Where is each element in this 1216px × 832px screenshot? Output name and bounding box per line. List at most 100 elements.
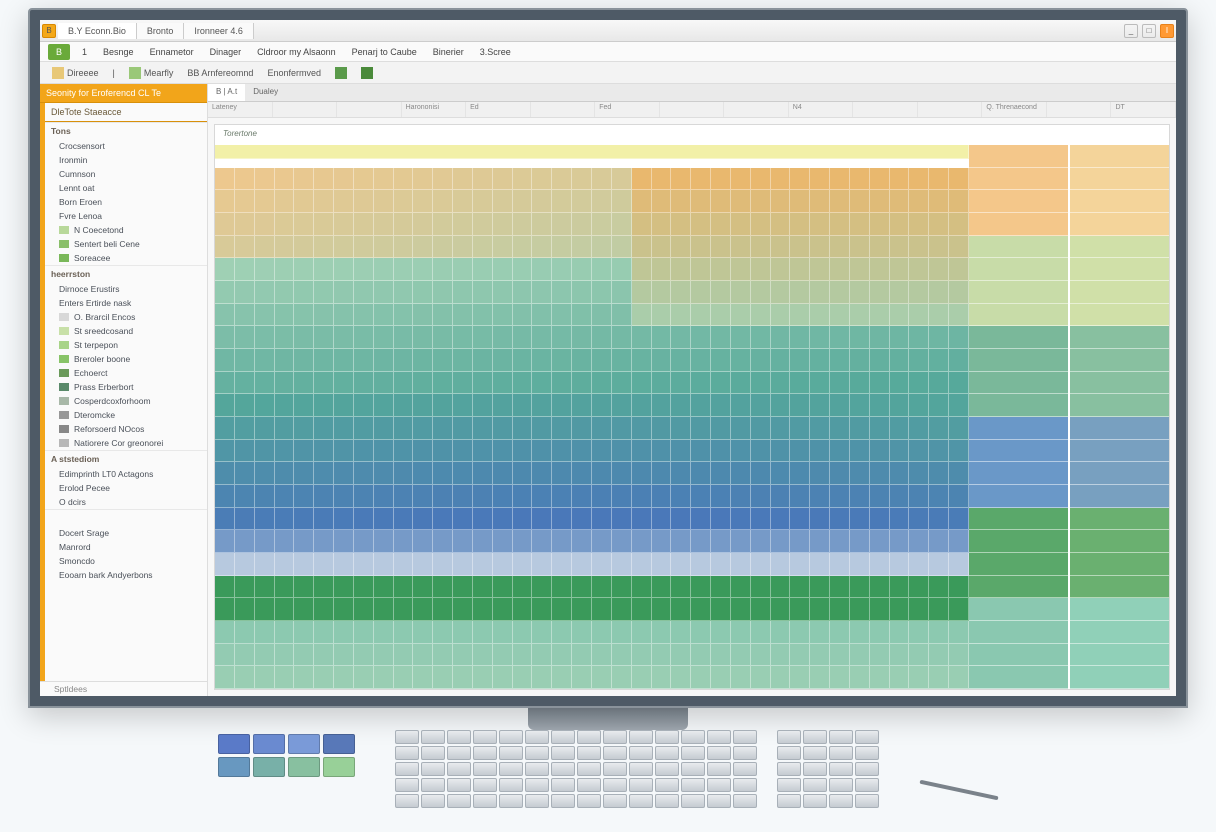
column-header[interactable]: Lateney: [208, 102, 273, 117]
heatmap-cell: [493, 213, 513, 236]
menu-item[interactable]: 1: [74, 44, 95, 60]
sidebar-item[interactable]: St sreedcosand: [45, 324, 207, 338]
sidebar-item[interactable]: Natiorere Cor greonorei: [45, 436, 207, 450]
sidebar-item[interactable]: Echoerct: [45, 366, 207, 380]
sidebar-item[interactable]: Smoncdo: [45, 554, 207, 568]
heatmap-cell: [374, 598, 394, 621]
sidebar-footer[interactable]: Sptldees: [40, 681, 207, 696]
sidebar-item[interactable]: St terpepon: [45, 338, 207, 352]
heatmap-cell: [890, 304, 910, 327]
heatmap-cell: [949, 621, 969, 644]
sidebar-item[interactable]: Dteromcke: [45, 408, 207, 422]
column-header[interactable]: [660, 102, 725, 117]
column-header[interactable]: DT: [1111, 102, 1176, 117]
menu-item[interactable]: Penarj to Caube: [344, 44, 425, 60]
heatmap-cell: [691, 326, 711, 349]
heatmap-cell: [532, 553, 552, 576]
menu-app-icon[interactable]: B: [48, 44, 70, 60]
menu-item[interactable]: Binerier: [425, 44, 472, 60]
menu-item[interactable]: Ennametor: [142, 44, 202, 60]
column-header[interactable]: [853, 102, 918, 117]
tool-item[interactable]: Mearfly: [123, 65, 180, 81]
heatmap-cell: [652, 530, 672, 553]
sidebar-item[interactable]: Eooarn bark Andyerbons: [45, 568, 207, 582]
heatmap-cell: [909, 394, 929, 417]
column-header[interactable]: [531, 102, 596, 117]
heatmap-cell: [949, 576, 969, 599]
window-tab-1[interactable]: Bronto: [137, 23, 185, 39]
menu-item[interactable]: Dinager: [202, 44, 250, 60]
column-header[interactable]: [337, 102, 402, 117]
sidebar-item[interactable]: Dirnoce Erustirs: [45, 282, 207, 296]
heatmap-cell: [513, 440, 533, 463]
sidebar-item[interactable]: Erolod Pecee: [45, 481, 207, 495]
heatmap-cell: [215, 621, 235, 644]
sidebar-item[interactable]: Manrord: [45, 540, 207, 554]
tool-item[interactable]: BB Arnfereomnd: [181, 66, 259, 80]
tool-item[interactable]: [329, 65, 353, 81]
close-button[interactable]: I: [1160, 24, 1174, 38]
side-cell: [1070, 304, 1169, 327]
sidebar-item[interactable]: Cosperdcoxforhoom: [45, 394, 207, 408]
doc-tab[interactable]: B | A.t: [208, 84, 245, 101]
sidebar-item[interactable]: O. Brarcil Encos: [45, 310, 207, 324]
menu-item[interactable]: 3.Scree: [472, 44, 519, 60]
heatmap-cell: [314, 168, 334, 191]
column-header[interactable]: [1047, 102, 1112, 117]
sidebar-item[interactable]: Reforsoerd NOcos: [45, 422, 207, 436]
side-cell: [969, 190, 1068, 213]
heatmap-cell: [671, 553, 691, 576]
heatmap-cell: [374, 394, 394, 417]
window-tab-2[interactable]: Ironneer 4.6: [184, 23, 254, 39]
heatmap-cell: [235, 417, 255, 440]
column-header[interactable]: Q. Threnaecond: [982, 102, 1047, 117]
sidebar-item[interactable]: Soreacee: [45, 251, 207, 265]
menu-item[interactable]: Cldroor my Alsaonn: [249, 44, 344, 60]
heatmap-cell: [354, 508, 374, 531]
column-header[interactable]: Fed: [595, 102, 660, 117]
heatmap-cell: [374, 462, 394, 485]
heatmap-cell: [909, 349, 929, 372]
sidebar-item[interactable]: Fvre Lenoa: [45, 209, 207, 223]
key: [655, 778, 679, 792]
window-tab-0[interactable]: B.Y Econn.Bio: [58, 23, 137, 39]
heatmap-cell: [671, 304, 691, 327]
sidebar-item[interactable]: O dcirs: [45, 495, 207, 509]
sidebar-item[interactable]: Prass Erberbort: [45, 380, 207, 394]
heatmap-cell: [235, 236, 255, 259]
column-header[interactable]: [918, 102, 983, 117]
tool-item[interactable]: Enonfermved: [261, 66, 327, 80]
column-header[interactable]: Harononisi: [402, 102, 467, 117]
heatmap-cell: [453, 666, 473, 689]
sidebar-item[interactable]: Enters Ertirde nask: [45, 296, 207, 310]
document-area[interactable]: Torertone: [214, 124, 1170, 690]
sidebar-item[interactable]: Docert Srage: [45, 526, 207, 540]
sidebar-item[interactable]: Crocsensort: [45, 139, 207, 153]
column-header[interactable]: Ed: [466, 102, 531, 117]
tool-item[interactable]: [355, 65, 379, 81]
heatmap-cell: [909, 281, 929, 304]
sidebar-item[interactable]: Breroler boone: [45, 352, 207, 366]
doc-tab[interactable]: Dualey: [245, 84, 286, 101]
heatmap-cell: [552, 349, 572, 372]
minimize-button[interactable]: _: [1124, 24, 1138, 38]
key: [707, 746, 731, 760]
heatmap-cell: [890, 530, 910, 553]
sidebar-item[interactable]: Sentert beli Cene: [45, 237, 207, 251]
side-cell: [969, 440, 1068, 463]
column-header[interactable]: N4: [789, 102, 854, 117]
column-header[interactable]: [273, 102, 338, 117]
column-header[interactable]: [724, 102, 789, 117]
sidebar-item[interactable]: Cumnson: [45, 167, 207, 181]
menu-item[interactable]: Besnge: [95, 44, 142, 60]
sidebar-item[interactable]: Lennt oat: [45, 181, 207, 195]
sidebar-item[interactable]: N Coecetond: [45, 223, 207, 237]
sidebar-item[interactable]: Born Eroen: [45, 195, 207, 209]
heatmap-cell: [890, 576, 910, 599]
heatmap-cell: [453, 213, 473, 236]
sidebar-item[interactable]: Ironmin: [45, 153, 207, 167]
heatmap-cell: [354, 462, 374, 485]
maximize-button[interactable]: □: [1142, 24, 1156, 38]
sidebar-item[interactable]: Edimprinth LT0 Actagons: [45, 467, 207, 481]
tool-browse[interactable]: Direeee: [46, 65, 105, 81]
